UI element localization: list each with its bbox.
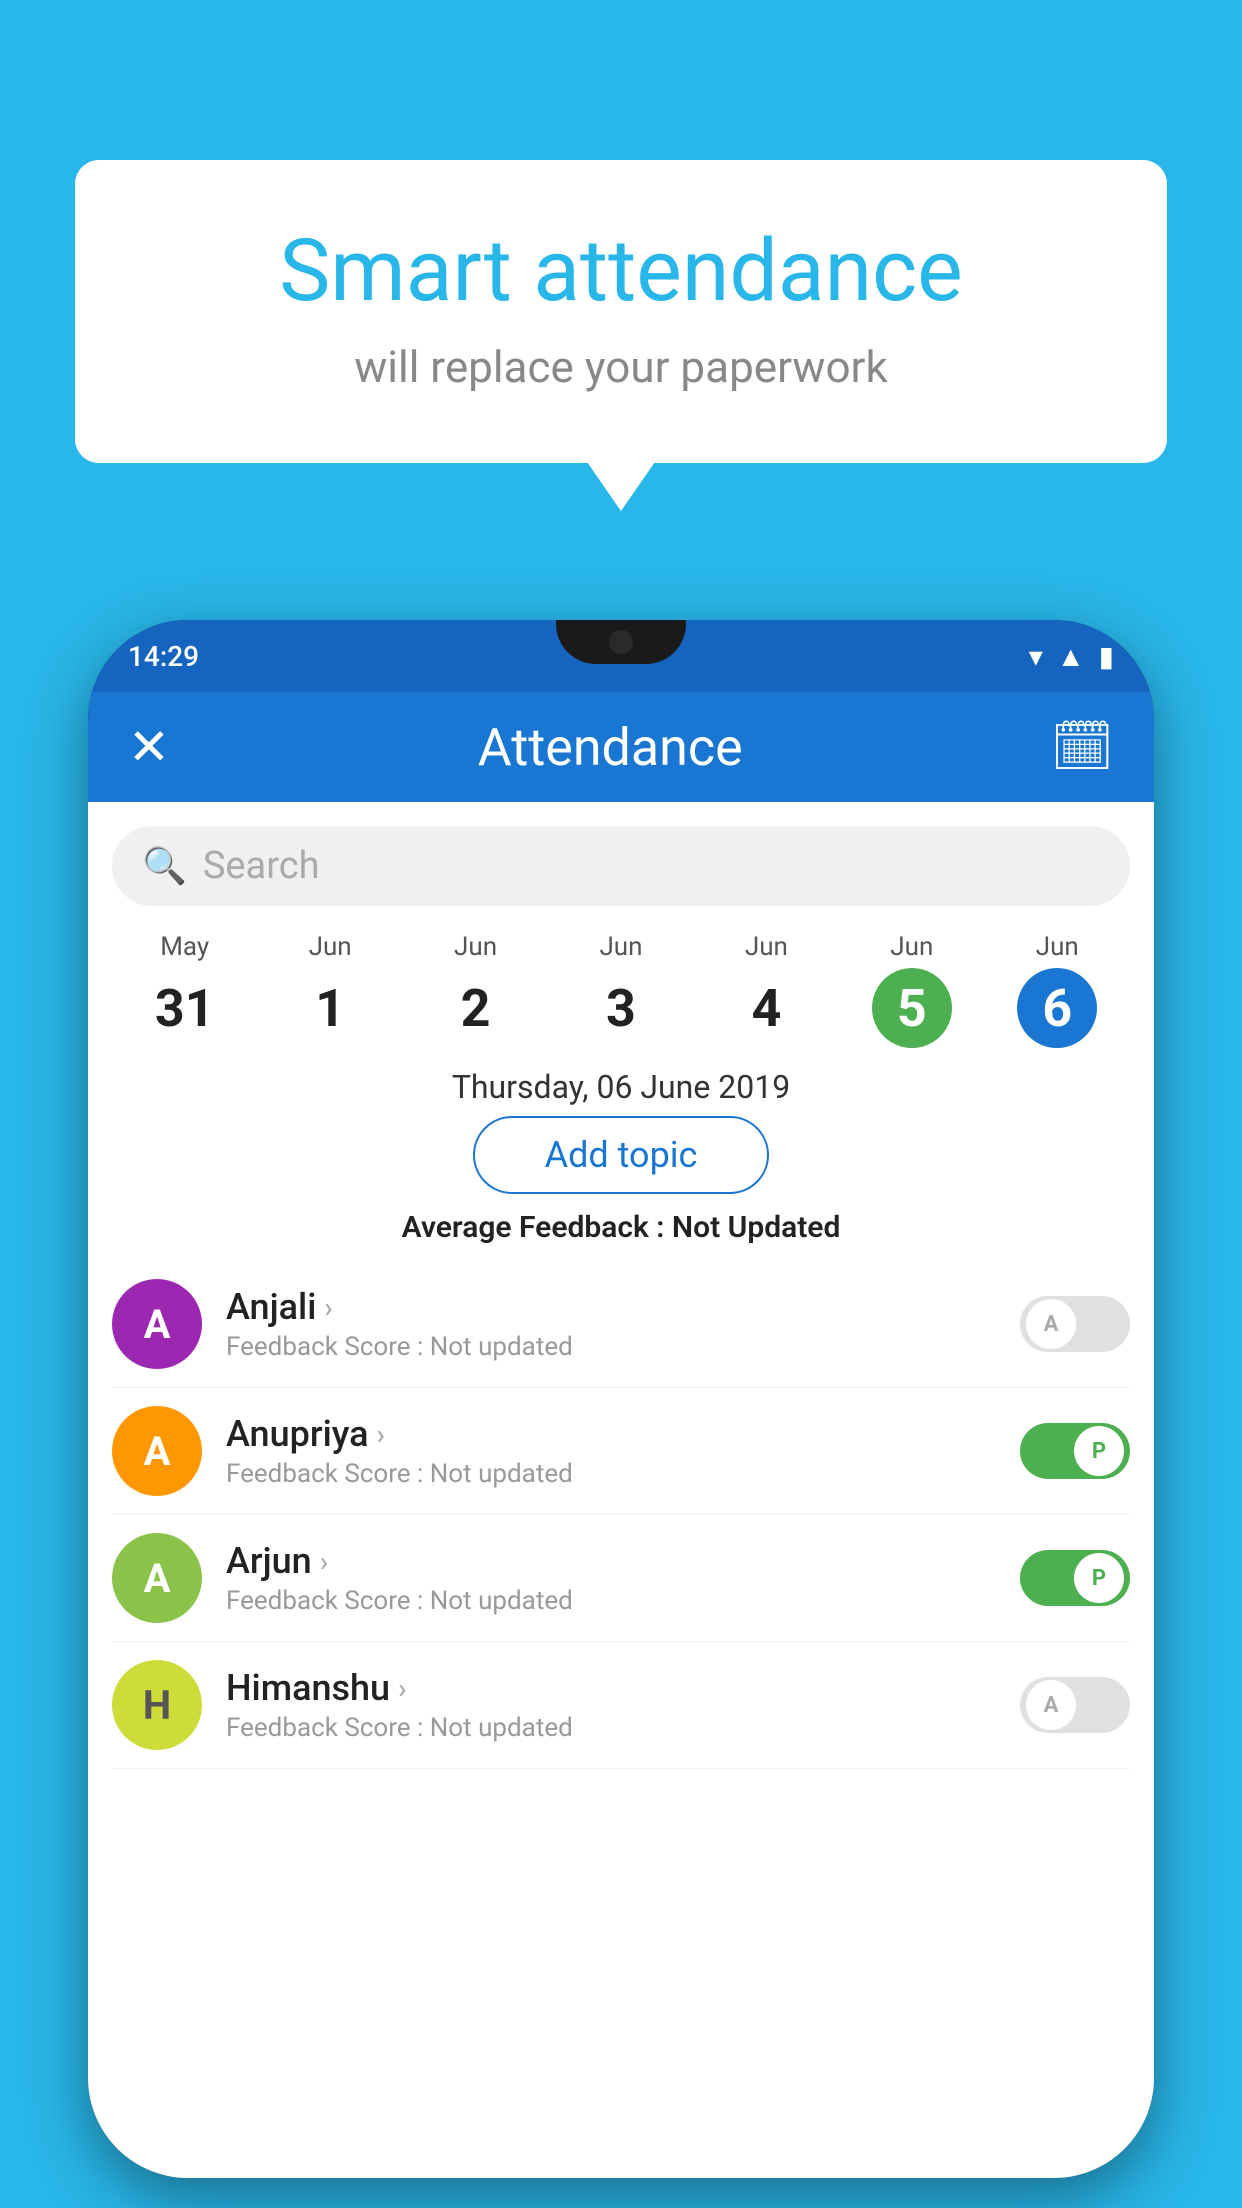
speech-bubble-title: Smart attendance [155, 220, 1087, 321]
date-day[interactable]: 6 [1017, 968, 1097, 1048]
avatar: A [112, 1533, 202, 1623]
student-info: Arjun › Feedback Score : Not updated [226, 1540, 996, 1616]
date-col[interactable]: Jun 3 [548, 932, 693, 1048]
wifi-icon: ▾ [1029, 640, 1043, 673]
avg-feedback-value: Not Updated [672, 1210, 840, 1245]
screen-content: 🔍 Search May 31 Jun 1 Jun 2 Jun 3 Jun 4 Jun 5 Jun 6 T… [88, 802, 1154, 2178]
student-name[interactable]: Anjali › [226, 1286, 996, 1328]
camera [609, 630, 633, 654]
attendance-toggle[interactable]: P [1020, 1423, 1130, 1479]
student-row: H Himanshu › Feedback Score : Not updated A [112, 1642, 1130, 1769]
calendar-icon[interactable]: 🗓 [1051, 718, 1114, 776]
chevron-icon: › [398, 1672, 406, 1705]
date-day[interactable]: 1 [290, 968, 370, 1048]
attendance-toggle[interactable]: P [1020, 1550, 1130, 1606]
date-col[interactable]: Jun 4 [694, 932, 839, 1048]
student-name[interactable]: Himanshu › [226, 1667, 996, 1709]
student-info: Himanshu › Feedback Score : Not updated [226, 1667, 996, 1743]
date-day[interactable]: 3 [581, 968, 661, 1048]
date-day[interactable]: 31 [145, 968, 225, 1048]
status-icons: ▾ ▲ ▮ [1029, 640, 1114, 673]
phone-notch [556, 620, 686, 664]
app-bar: ✕ Attendance 🗓 [88, 692, 1154, 802]
date-col[interactable]: Jun 5 [839, 932, 984, 1048]
feedback-score: Feedback Score : Not updated [226, 1459, 996, 1489]
feedback-score: Feedback Score : Not updated [226, 1586, 996, 1616]
phone-frame: 14:29 ▾ ▲ ▮ ✕ Attendance 🗓 🔍 Search May 3… [88, 620, 1154, 2178]
student-name[interactable]: Anupriya › [226, 1413, 996, 1455]
student-info: Anjali › Feedback Score : Not updated [226, 1286, 996, 1362]
add-topic-button[interactable]: Add topic [473, 1116, 770, 1194]
student-name[interactable]: Arjun › [226, 1540, 996, 1582]
feedback-score: Feedback Score : Not updated [226, 1713, 996, 1743]
feedback-score: Feedback Score : Not updated [226, 1332, 996, 1362]
student-list: AAnjali ›Feedback Score : Not updatedAAA… [88, 1261, 1154, 1769]
avatar: A [112, 1279, 202, 1369]
date-month: Jun [309, 932, 352, 962]
date-month: Jun [454, 932, 497, 962]
selected-date-label: Thursday, 06 June 2019 [88, 1068, 1154, 1106]
date-day[interactable]: 4 [726, 968, 806, 1048]
avg-feedback: Average Feedback : Not Updated [88, 1210, 1154, 1245]
date-month: Jun [599, 932, 642, 962]
signal-icon: ▲ [1057, 640, 1085, 673]
student-row: A Anupriya › Feedback Score : Not updated P [112, 1388, 1130, 1515]
avg-feedback-label: Average Feedback : [402, 1210, 665, 1245]
battery-icon: ▮ [1099, 640, 1114, 673]
attendance-toggle[interactable]: A [1020, 1677, 1130, 1733]
status-time: 14:29 [128, 640, 199, 673]
search-bar[interactable]: 🔍 Search [112, 826, 1130, 906]
date-col[interactable]: Jun 1 [257, 932, 402, 1048]
date-day[interactable]: 2 [436, 968, 516, 1048]
avatar: A [112, 1406, 202, 1496]
speech-bubble-subtitle: will replace your paperwork [155, 341, 1087, 393]
date-month: Jun [1036, 932, 1079, 962]
student-info: Anupriya › Feedback Score : Not updated [226, 1413, 996, 1489]
close-icon[interactable]: ✕ [128, 718, 170, 777]
speech-bubble-container: Smart attendance will replace your paper… [75, 160, 1167, 463]
attendance-toggle[interactable]: A [1020, 1296, 1130, 1352]
date-col[interactable]: Jun 6 [985, 932, 1130, 1048]
app-bar-title: Attendance [170, 717, 1051, 778]
date-month: May [160, 932, 209, 962]
search-input-placeholder: Search [203, 844, 320, 888]
date-col[interactable]: Jun 2 [403, 932, 548, 1048]
date-month: Jun [890, 932, 933, 962]
date-strip: May 31 Jun 1 Jun 2 Jun 3 Jun 4 Jun 5 Jun 6 [88, 922, 1154, 1058]
avatar: H [112, 1660, 202, 1750]
student-row: A Anjali › Feedback Score : Not updated A [112, 1261, 1130, 1388]
date-day[interactable]: 5 [872, 968, 952, 1048]
chevron-icon: › [320, 1545, 328, 1578]
chevron-icon: › [377, 1418, 385, 1451]
speech-bubble: Smart attendance will replace your paper… [75, 160, 1167, 463]
student-row: A Arjun › Feedback Score : Not updated P [112, 1515, 1130, 1642]
date-col[interactable]: May 31 [112, 932, 257, 1048]
status-bar: 14:29 ▾ ▲ ▮ [88, 620, 1154, 692]
date-month: Jun [745, 932, 788, 962]
search-icon: 🔍 [142, 845, 187, 887]
chevron-icon: › [324, 1291, 332, 1324]
